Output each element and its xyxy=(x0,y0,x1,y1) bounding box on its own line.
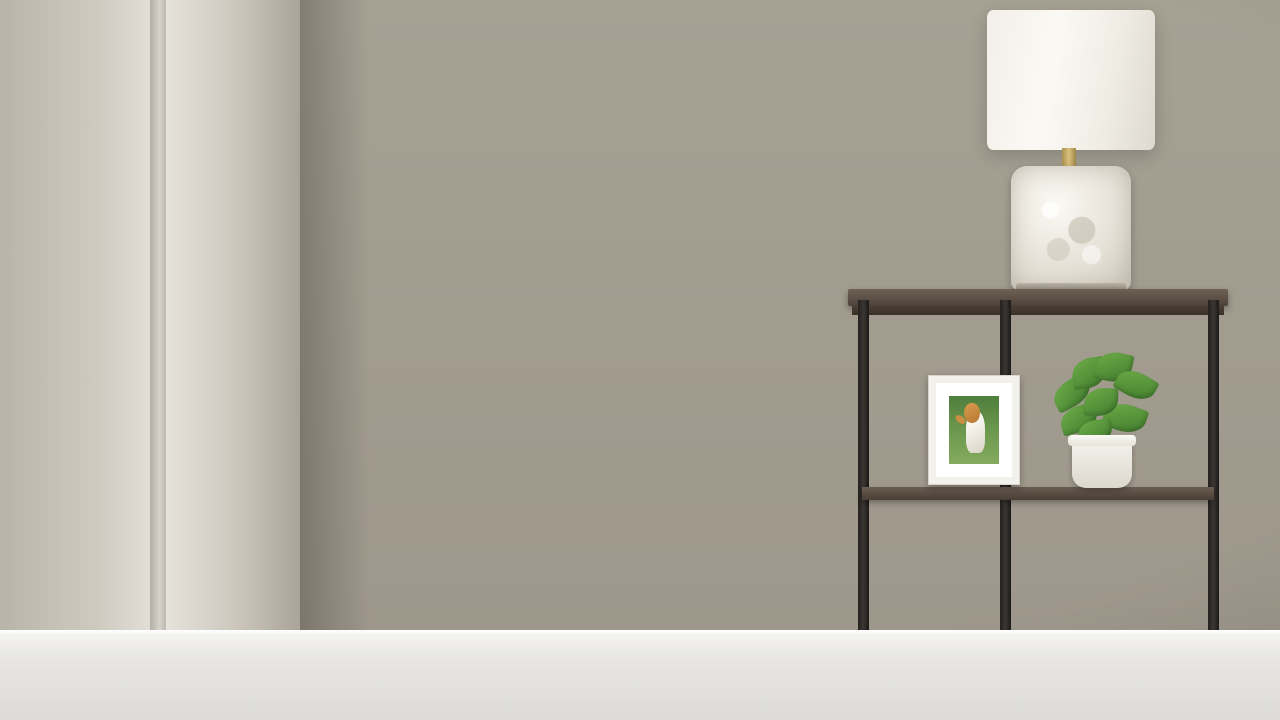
door-frame-edge xyxy=(150,0,166,720)
desk-surface xyxy=(0,636,1280,720)
wall-shadow xyxy=(300,0,370,720)
plant-pot xyxy=(1068,435,1136,488)
console-table-shelf xyxy=(862,487,1214,500)
framed-dog-photo xyxy=(928,375,1020,485)
dog-photo xyxy=(949,396,999,464)
console-table-top xyxy=(848,289,1228,306)
dog-head xyxy=(964,402,980,424)
photo-mat xyxy=(936,383,1012,477)
lamp-shade-icon xyxy=(987,10,1155,150)
room-background xyxy=(0,0,1280,720)
screenshot-stage: 2:33 46° 39% Deposit Locations xyxy=(0,0,1280,720)
console-table-apron xyxy=(852,305,1224,315)
lamp-base xyxy=(1011,166,1131,290)
